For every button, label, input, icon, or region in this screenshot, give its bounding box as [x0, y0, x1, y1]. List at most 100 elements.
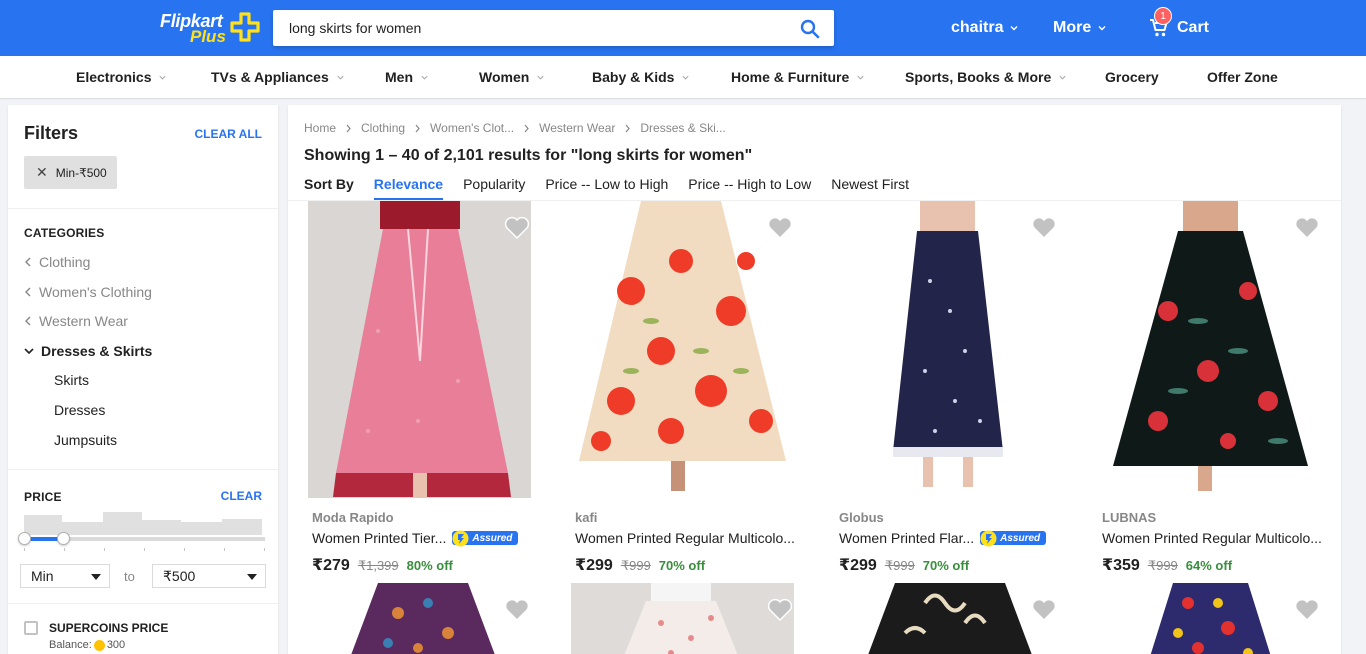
chevron-down-icon [1098, 26, 1106, 31]
product-image[interactable] [1098, 201, 1321, 498]
close-icon[interactable]: ✕ [36, 164, 48, 181]
product-image[interactable] [308, 583, 531, 654]
category-label: Dresses & Skirts [41, 343, 153, 359]
min-price-select[interactable]: Min [20, 564, 110, 588]
product-card[interactable]: Globus Women Printed Flar... Assured ₹29… [815, 105, 1078, 654]
nav-label: Men [385, 69, 413, 85]
applied-filter-chip[interactable]: ✕ Min-₹500 [24, 156, 117, 189]
product-brand: kafi [575, 510, 598, 525]
nav-sports-books[interactable]: Sports, Books & More [905, 69, 1067, 85]
product-price: ₹299 [839, 557, 877, 574]
search-icon[interactable] [800, 19, 820, 39]
product-title-text: Women Printed Regular Multicolo... [575, 530, 795, 546]
heart-icon[interactable] [1294, 598, 1320, 622]
product-image[interactable] [835, 201, 1058, 498]
category-dresses-skirts[interactable]: Dresses & Skirts [24, 343, 152, 359]
nav-tvs-appliances[interactable]: TVs & Appliances [211, 69, 345, 85]
more-label: More [1053, 19, 1092, 36]
nav-label: Sports, Books & More [905, 69, 1052, 85]
balance-label: Balance: [49, 639, 92, 651]
divider [8, 208, 278, 209]
category-label: Clothing [39, 254, 91, 270]
chevron-down-icon [421, 75, 428, 80]
price-slider-ticks [24, 548, 265, 551]
product-mrp: ₹999 [620, 558, 651, 573]
account-menu[interactable]: chaitra [951, 19, 1019, 37]
product-price-row: ₹299 ₹999 70% off [575, 555, 705, 575]
plus-logo-icon [230, 12, 260, 42]
product-price-row: ₹299 ₹999 70% off [839, 555, 969, 575]
subcategory-jumpsuits[interactable]: Jumpsuits [54, 432, 117, 448]
nav-grocery[interactable]: Grocery [1105, 69, 1159, 85]
supercoins-title: SUPERCOINS PRICE [49, 621, 169, 635]
category-label: Western Wear [39, 313, 128, 329]
clear-all-button[interactable]: CLEAR ALL [194, 127, 262, 141]
category-womens-clothing[interactable]: Women's Clothing [24, 284, 152, 300]
price-clear-button[interactable]: CLEAR [221, 489, 262, 503]
cart-count-badge: 1 [1154, 7, 1172, 25]
nav-label: Electronics [76, 69, 152, 85]
supercoins-balance: Balance: 300 [49, 639, 125, 651]
divider [8, 469, 278, 470]
assured-label: Assured [1000, 532, 1041, 544]
heart-icon[interactable] [1031, 598, 1057, 622]
assured-shield-icon [452, 530, 469, 546]
product-title-text: Women Printed Tier... [312, 530, 447, 546]
chevron-down-icon [24, 348, 34, 355]
heart-icon[interactable] [767, 216, 793, 240]
subcategory-skirts[interactable]: Skirts [54, 372, 89, 388]
nav-label: Women [479, 69, 530, 85]
price-slider-max-handle[interactable] [57, 532, 70, 545]
heart-icon[interactable] [504, 216, 530, 240]
product-title[interactable]: Women Printed Regular Multicolo... [1102, 530, 1322, 546]
assured-badge: Assured [980, 530, 1047, 546]
max-price-select[interactable]: ₹500 [152, 564, 266, 588]
product-card[interactable]: Moda Rapido Women Printed Tier... Assure… [288, 105, 551, 654]
product-image[interactable] [835, 583, 1058, 654]
heart-icon[interactable] [767, 598, 793, 622]
nav-men[interactable]: Men [385, 69, 429, 85]
product-title[interactable]: Women Printed Tier... Assured [312, 530, 519, 546]
logo-text-bottom: Plus [190, 27, 226, 46]
heart-icon[interactable] [504, 598, 530, 622]
price-to-label: to [124, 569, 135, 584]
chevron-down-icon [159, 75, 167, 80]
product-price: ₹279 [312, 557, 350, 574]
chevron-down-icon [857, 75, 864, 80]
nav-electronics[interactable]: Electronics [76, 69, 167, 85]
flipkart-plus-logo[interactable]: Flipkart Plus [160, 9, 264, 47]
nav-label: Home & Furniture [731, 69, 850, 85]
product-brand: LUBNAS [1102, 510, 1157, 525]
category-western-wear[interactable]: Western Wear [24, 313, 128, 329]
nav-women[interactable]: Women [479, 69, 545, 85]
product-card[interactable]: kafi Women Printed Regular Multicolo... … [551, 105, 814, 654]
product-title[interactable]: Women Printed Flar... Assured [839, 530, 1047, 546]
product-image[interactable] [308, 201, 531, 498]
heart-icon[interactable] [1294, 216, 1320, 240]
nav-label: Baby & Kids [592, 69, 675, 85]
price-slider-min-handle[interactable] [18, 532, 31, 545]
cart-button[interactable]: 1 Cart [1149, 7, 1209, 44]
product-card[interactable]: LUBNAS Women Printed Regular Multicolo..… [1078, 105, 1341, 654]
nav-baby-kids[interactable]: Baby & Kids [592, 69, 690, 85]
product-image[interactable] [571, 201, 794, 498]
heart-icon[interactable] [1031, 216, 1057, 240]
product-price-row: ₹359 ₹999 64% off [1102, 555, 1232, 575]
chevron-left-icon [25, 316, 31, 326]
subcategory-dresses[interactable]: Dresses [54, 402, 105, 418]
min-price-value: Min [31, 568, 54, 584]
nav-home-furniture[interactable]: Home & Furniture [731, 69, 865, 85]
search-input[interactable] [273, 10, 793, 46]
category-clothing[interactable]: Clothing [24, 254, 90, 270]
product-price: ₹359 [1102, 557, 1140, 574]
price-title: PRICE [24, 490, 62, 504]
account-name: chaitra [951, 19, 1004, 36]
balance-value: 300 [106, 639, 126, 651]
nav-offer-zone[interactable]: Offer Zone [1207, 69, 1278, 85]
product-image[interactable] [1098, 583, 1321, 654]
supercoins-checkbox[interactable] [24, 621, 38, 635]
more-menu[interactable]: More [1053, 19, 1107, 37]
product-price-row: ₹279 ₹1,399 80% off [312, 555, 453, 575]
product-image[interactable] [571, 583, 794, 654]
product-title[interactable]: Women Printed Regular Multicolo... [575, 530, 795, 546]
